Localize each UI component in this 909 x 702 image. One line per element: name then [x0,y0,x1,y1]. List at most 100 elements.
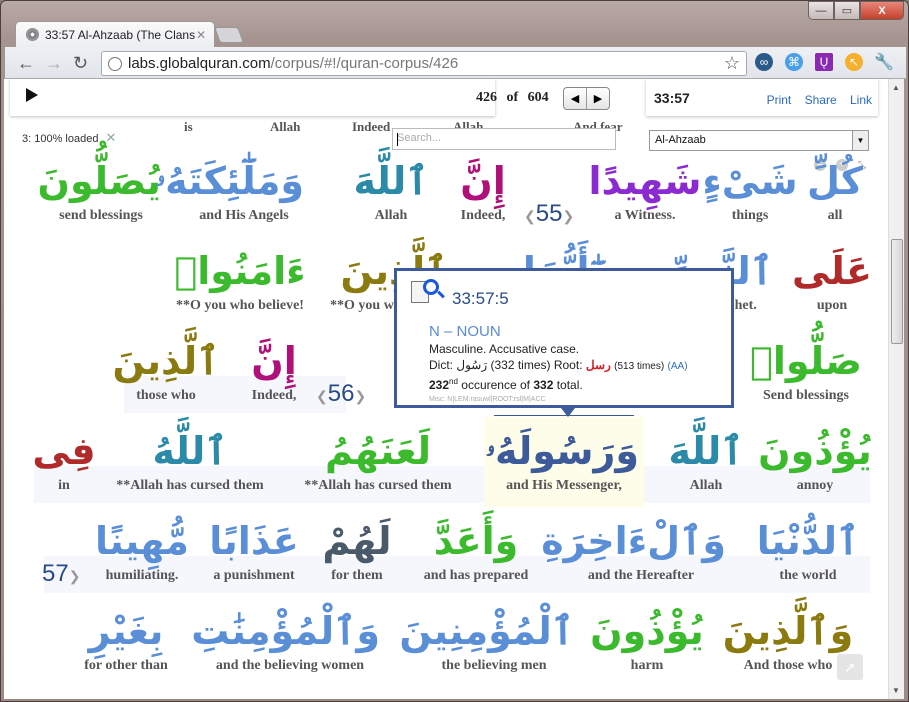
search-input[interactable]: Search... [392,128,616,150]
word[interactable]: شَهِيدًا a Witness. [585,155,705,225]
selected-word[interactable]: وَرَسُولَهُۥ and His Messenger, [485,425,639,495]
dict-word[interactable]: رَسُول [456,358,487,372]
partial-word: is [184,119,193,134]
word-translation: and His Angels [199,208,289,223]
occurrence-line: 232nd occurence of 332 total. [429,377,583,392]
page-indicator: 426 of 604 [476,90,549,106]
arabic-word: وَرَسُولَهُۥ [485,429,639,473]
arabic-word: ٱللَّهَ [668,429,744,473]
word[interactable]: وَمَلَٰٓئِكَتَهُۥ and His Angels [155,155,304,225]
word-translation: and has prepared [423,568,529,583]
word[interactable]: فِى in [4,425,124,495]
word[interactable]: وَٱلْءَاخِرَةِ and the Hereafter [541,515,726,585]
arabic-word: ٱلدُّنْيَا [756,519,860,563]
close-window-button[interactable]: X [860,1,904,20]
arabic-word: شَهِيدًا [588,159,702,203]
magnifier-icon [423,279,439,295]
word-translation: Allah [689,478,723,493]
reload-icon[interactable]: ↻ [73,53,88,74]
play-icon[interactable] [26,88,38,102]
word[interactable]: وَٱلْمُؤْمِنَٰتِ and the believing women [191,605,380,675]
url-path: /corpus/#!/quran-corpus/426 [270,55,459,72]
word[interactable]: صَلُّوا۟ Send blessings [746,335,866,405]
maximize-button[interactable]: ▭ [834,1,860,20]
word[interactable]: مُّهِينًا humiliating. [82,515,202,585]
verse-marker: ❮55❯ [524,200,575,227]
bookmark-star-icon[interactable]: ☆ [724,53,740,74]
scroll-down-icon[interactable]: ▼ [892,686,900,695]
scroll-up-icon[interactable]: ▲ [892,83,900,92]
word[interactable]: ءَامَنُوا۟ **O you who believe! [170,245,310,315]
minimize-button[interactable]: — [808,1,834,20]
arabic-word: وَٱلْءَاخِرَةِ [541,519,726,563]
arabic-word: ٱللَّهُ [152,429,228,473]
word[interactable]: كُلِّ all [775,155,888,225]
word[interactable]: ٱللَّهَ Allah [646,425,766,495]
word[interactable]: يُصَلُّونَ send blessings [38,155,161,225]
word[interactable]: يُؤْذُونَ annoy [755,425,875,495]
word[interactable]: عَلَى upon [772,245,888,315]
surah-select[interactable]: Al-Ahzaab ▼ [649,130,869,151]
verse-reference: 33:57 [654,90,690,106]
total-label: total. [556,378,583,392]
word[interactable]: عَذَابًا a punishment [194,515,314,585]
word[interactable]: ٱللَّهُ **Allah has cursed them [110,425,270,495]
url-domain: labs.globalquran.com [128,55,271,72]
arabic-word: وَٱلَّذِينَ [722,609,854,653]
arabic-word: ٱلْمُؤْمِنِينَ [399,609,574,653]
word[interactable]: لَعَنَهُمُ **Allah has cursed them [298,425,458,495]
close-status-icon[interactable]: ✕ [106,130,117,145]
word-translation: and the believing women [215,658,365,673]
grammar-features: Masculine. Accusative case. [429,342,580,356]
next-page-button[interactable]: ▶ [587,88,609,109]
word-translation: **Allah has cursed them [116,478,264,493]
forward-icon[interactable]: → [45,53,63,74]
arabic-word: فِى [32,429,96,473]
scroll-thumb[interactable] [891,239,903,344]
aa-link[interactable]: (AA) [668,361,688,372]
word-translation: Send blessings [763,388,849,403]
window-controls: — ▭ X [808,1,904,21]
arabic-word: وَمَلَٰٓئِكَتَهُۥ [155,159,304,203]
loaded-text: 3: 100% loaded [22,133,99,145]
root-word[interactable]: رسل [586,358,611,372]
word[interactable]: ٱلْمُؤْمِنِينَ the believing men [399,605,574,675]
arabic-word: ءَامَنُوا۟ [174,249,306,293]
word[interactable]: ٱلَّذِينَ those who [106,335,226,405]
word[interactable]: بِغَيْرِ for other than [66,605,186,675]
chevron-down-icon[interactable]: ▼ [852,131,868,150]
back-icon[interactable]: ← [17,53,35,74]
current-page: 426 [476,90,497,105]
verse-marker: ❮56❯ [316,380,367,407]
of-label: of [506,90,519,105]
new-tab-button[interactable] [214,27,244,43]
arabic-word: لَعَنَهُمُ [324,429,432,473]
cloud-icon[interactable]: ∞ [755,53,773,71]
command-icon[interactable]: ⌘ [785,53,803,71]
partial-word: Indeed [352,119,391,134]
bookmark-icon[interactable]: Ų [815,53,833,71]
arabic-word: يُؤْذُونَ [758,429,872,473]
word[interactable]: وَأَعَدَّ and has prepared [411,515,541,585]
browser-tab[interactable]: 33:57 Al-Ahzaab (The Clans ✕ [15,21,215,47]
wrench-icon[interactable]: 🔧 [874,53,894,71]
prev-page-button[interactable]: ◀ [564,88,587,109]
total-count: 332 [533,378,554,392]
word-translation: in [58,478,70,493]
misc-tags: Misc: N|LEM:rasuwl|ROOT:rsl|M|ACC [429,396,546,403]
share-icon[interactable]: ➚ [837,654,863,680]
cursor-icon[interactable]: ↖ [845,53,863,71]
favicon-icon [26,28,39,41]
word[interactable]: ٱلدُّنْيَا the world [748,515,868,585]
word[interactable]: لَهُمْ for them [297,515,417,585]
part-of-speech: N – NOUN [429,323,501,340]
vertical-scrollbar[interactable]: ▲ ▼ [888,79,904,699]
link-link[interactable]: Link [850,93,872,107]
share-link[interactable]: Share [805,93,837,107]
verse-number: 57 [42,560,69,587]
address-bar[interactable]: labs.globalquran.com/corpus/#!/quran-cor… [101,51,747,76]
tab-close-icon[interactable]: ✕ [196,28,206,42]
word[interactable]: يُؤْذُونَ harm [587,605,707,675]
print-link[interactable]: Print [767,93,792,107]
tab-title: 33:57 Al-Ahzaab (The Clans [45,27,196,42]
